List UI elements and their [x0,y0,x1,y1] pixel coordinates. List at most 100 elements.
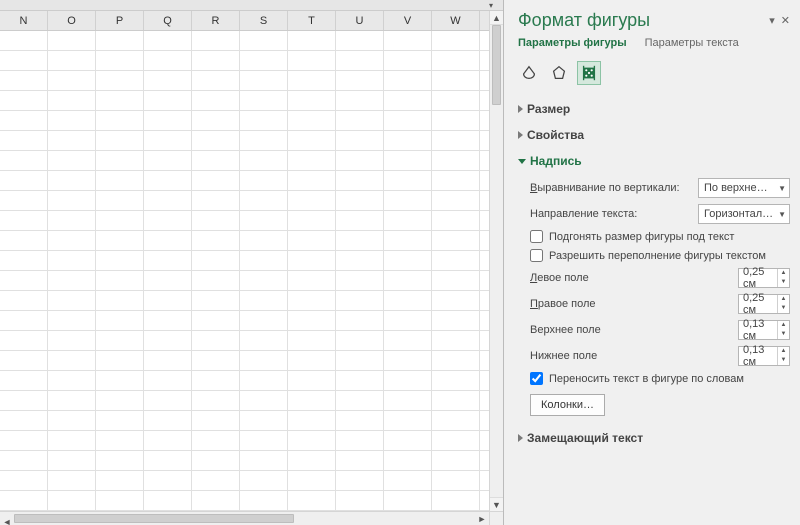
column-header[interactable]: V [384,11,432,30]
grid-cell[interactable] [288,111,336,130]
grid-cell[interactable] [336,291,384,310]
grid-cell[interactable] [288,311,336,330]
grid-cell[interactable] [384,231,432,250]
grid-cell[interactable] [192,191,240,210]
grid-cell[interactable] [240,131,288,150]
panel-move-icon[interactable]: ▾ [769,14,775,27]
vertical-scrollbar[interactable]: ▲ ▼ [489,11,503,511]
horizontal-scrollbar[interactable]: ◄ ► [0,511,489,525]
grid-cell[interactable] [192,411,240,430]
grid-cell[interactable] [336,271,384,290]
scroll-right-icon[interactable]: ► [475,512,489,525]
grid-cell[interactable] [240,111,288,130]
grid-cell[interactable] [432,271,480,290]
grid-cell[interactable] [48,451,96,470]
spin-down-icon[interactable]: ▼ [778,278,789,287]
spin-up-icon[interactable]: ▲ [778,295,789,304]
grid-cell[interactable] [336,211,384,230]
column-header[interactable]: O [48,11,96,30]
grid-cell[interactable] [192,351,240,370]
grid-cell[interactable] [432,191,480,210]
grid-cell[interactable] [192,331,240,350]
grid-cell[interactable] [0,311,48,330]
bottom-margin-input[interactable]: 0,13 см ▲▼ [738,346,790,366]
grid-cell[interactable] [432,311,480,330]
grid-cell[interactable] [96,331,144,350]
grid-cell[interactable] [0,451,48,470]
grid-cell[interactable] [144,391,192,410]
grid-cell[interactable] [384,451,432,470]
grid-cell[interactable] [288,371,336,390]
grid-cell[interactable] [240,311,288,330]
grid-cell[interactable] [336,31,384,50]
grid-cell[interactable] [96,231,144,250]
grid-cell[interactable] [48,111,96,130]
grid-cell[interactable] [144,31,192,50]
grid-cell[interactable] [144,291,192,310]
grid-cell[interactable] [336,471,384,490]
grid-cell[interactable] [240,191,288,210]
scroll-down-icon[interactable]: ▼ [490,497,503,511]
grid-cell[interactable] [384,51,432,70]
grid-cell[interactable] [336,111,384,130]
grid-cell[interactable] [48,271,96,290]
grid-cell[interactable] [432,171,480,190]
grid-cell[interactable] [384,211,432,230]
grid-cell[interactable] [48,351,96,370]
grid-cell[interactable] [48,311,96,330]
grid-cell[interactable] [288,431,336,450]
text-direction-combo[interactable]: Горизонтально ▼ [698,204,790,224]
grid-cell[interactable] [96,211,144,230]
grid-cell[interactable] [144,71,192,90]
grid-cell[interactable] [240,51,288,70]
grid-cell[interactable] [144,411,192,430]
grid-cell[interactable] [0,31,48,50]
vertical-scroll-thumb[interactable] [492,25,501,105]
grid-cell[interactable] [144,251,192,270]
spin-up-icon[interactable]: ▲ [778,321,789,330]
grid-cell[interactable] [432,291,480,310]
grid-cell[interactable] [384,411,432,430]
grid-cell[interactable] [432,351,480,370]
grid-cell[interactable] [192,391,240,410]
grid-cell[interactable] [240,31,288,50]
grid-cell[interactable] [432,491,480,510]
grid-cell[interactable] [336,51,384,70]
grid-cell[interactable] [432,211,480,230]
grid-cell[interactable] [240,91,288,110]
grid-cell[interactable] [96,71,144,90]
grid-cell[interactable] [336,151,384,170]
grid-cell[interactable] [336,431,384,450]
grid-cell[interactable] [0,491,48,510]
column-header[interactable]: W [432,11,480,30]
grid-cell[interactable] [0,91,48,110]
grid-cell[interactable] [384,311,432,330]
grid-cell[interactable] [48,171,96,190]
grid-cell[interactable] [144,371,192,390]
grid-cell[interactable] [288,151,336,170]
grid-cell[interactable] [336,231,384,250]
grid-cell[interactable] [384,431,432,450]
grid-cell[interactable] [384,371,432,390]
grid-cell[interactable] [336,171,384,190]
grid-cell[interactable] [192,71,240,90]
grid-cell[interactable] [0,71,48,90]
grid-cell[interactable] [144,431,192,450]
grid-cell[interactable] [288,71,336,90]
grid-cell[interactable] [192,31,240,50]
grid-cell[interactable] [144,491,192,510]
grid-cell[interactable] [96,31,144,50]
grid-cell[interactable] [384,131,432,150]
grid-cell[interactable] [240,351,288,370]
grid-cell[interactable] [432,151,480,170]
effects-icon[interactable] [548,62,570,84]
column-header[interactable]: N [0,11,48,30]
grid-cell[interactable] [192,51,240,70]
grid-cell[interactable] [288,351,336,370]
grid-cell[interactable] [48,231,96,250]
grid-cell[interactable] [48,131,96,150]
grid-cell[interactable] [48,251,96,270]
grid-cell[interactable] [240,331,288,350]
grid-cell[interactable] [48,371,96,390]
grid-cell[interactable] [144,91,192,110]
